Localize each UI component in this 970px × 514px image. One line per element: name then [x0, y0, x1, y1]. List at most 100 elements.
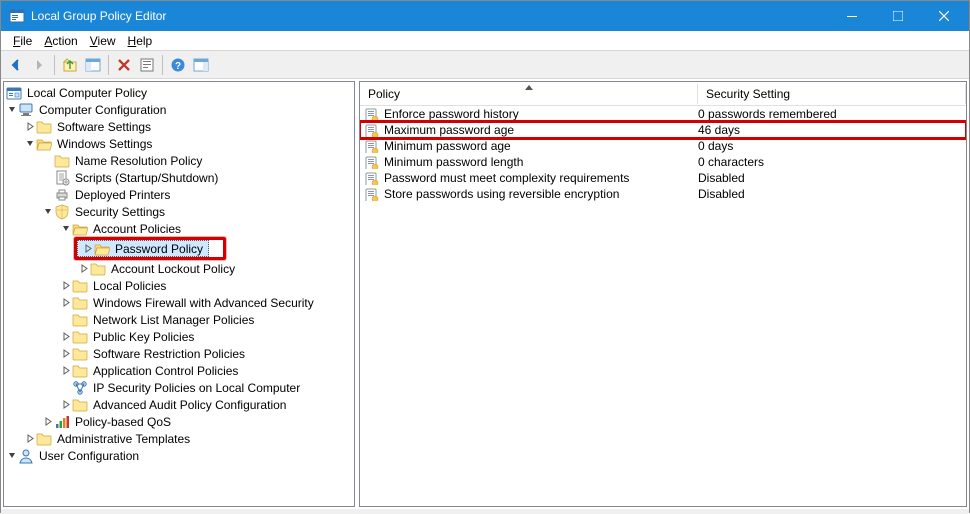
maximize-button[interactable] [875, 1, 921, 31]
toolbar-separator [108, 55, 109, 75]
chevron-down-icon[interactable] [24, 138, 36, 150]
policy-row[interactable]: Enforce password history 0 passwords reme… [360, 106, 966, 122]
window-title: Local Group Policy Editor [31, 9, 829, 23]
folder-icon [72, 329, 88, 345]
policy-item-icon [364, 108, 380, 121]
policy-row[interactable]: Password must meet complexity requiremen… [360, 170, 966, 186]
chevron-down-icon[interactable] [42, 206, 54, 218]
script-icon [54, 170, 70, 186]
policy-item-icon [364, 140, 380, 153]
tree-name-resolution-policy[interactable]: Name Resolution Policy [4, 152, 354, 169]
console-root-icon [6, 85, 22, 101]
tree-advanced-audit-policy[interactable]: Advanced Audit Policy Configuration [4, 396, 354, 413]
tree-user-configuration[interactable]: User Configuration [4, 447, 354, 464]
console-tree[interactable]: Local Computer Policy Computer Configura… [4, 82, 354, 470]
tree-ip-security-policies[interactable]: IP Security Policies on Local Computer [4, 379, 354, 396]
tree-software-settings[interactable]: Software Settings [4, 118, 354, 135]
chevron-right-icon[interactable] [60, 331, 72, 343]
policy-setting: Disabled [698, 187, 745, 201]
chevron-right-icon[interactable] [60, 399, 72, 411]
show-hide-tree-button[interactable] [82, 54, 104, 76]
sort-asc-icon [525, 85, 533, 90]
chevron-right-icon[interactable] [60, 280, 72, 292]
chevron-right-icon[interactable] [82, 243, 94, 255]
chevron-down-icon[interactable] [60, 223, 72, 235]
tree-root[interactable]: Local Computer Policy [4, 84, 354, 101]
tree-network-list-manager-policies[interactable]: Network List Manager Policies [4, 311, 354, 328]
chevron-right-icon[interactable] [24, 433, 36, 445]
tree-account-policies[interactable]: Account Policies [4, 220, 354, 237]
tree-application-control-policies[interactable]: Application Control Policies [4, 362, 354, 379]
tree-scripts[interactable]: Scripts (Startup/Shutdown) [4, 169, 354, 186]
policy-item-icon [364, 188, 380, 201]
folder-icon [90, 261, 106, 277]
policy-item-icon [364, 124, 380, 137]
chevron-right-icon[interactable] [24, 121, 36, 133]
tree-password-policy[interactable]: Password Policy [77, 240, 209, 257]
menu-file[interactable]: File [7, 32, 38, 50]
tree-public-key-policies[interactable]: Public Key Policies [4, 328, 354, 345]
tree-panel[interactable]: Local Computer Policy Computer Configura… [3, 81, 355, 507]
policy-row[interactable]: Maximum password age46 days [360, 122, 966, 138]
tree-security-settings[interactable]: Security Settings [4, 203, 354, 220]
folder-icon [72, 346, 88, 362]
tree-windows-settings[interactable]: Windows Settings [4, 135, 354, 152]
column-policy[interactable]: Policy [360, 84, 698, 104]
forward-button[interactable] [28, 54, 50, 76]
folder-open-icon [36, 136, 52, 152]
menu-help[interactable]: Help [122, 32, 159, 50]
network-icon [72, 312, 88, 328]
policy-row[interactable]: Minimum password length0 characters [360, 154, 966, 170]
folder-icon [72, 397, 88, 413]
tree-software-restriction-policies[interactable]: Software Restriction Policies [4, 345, 354, 362]
properties-button[interactable] [136, 54, 158, 76]
chevron-right-icon[interactable] [42, 416, 54, 428]
policy-setting: 0 passwords remembered [698, 107, 837, 121]
policy-setting: 0 days [698, 139, 733, 153]
tree-administrative-templates[interactable]: Administrative Templates [4, 430, 354, 447]
chevron-right-icon[interactable] [78, 263, 90, 275]
up-button[interactable] [59, 54, 81, 76]
policy-name: Minimum password age [384, 139, 511, 153]
content-area: Local Computer Policy Computer Configura… [1, 79, 969, 509]
title-bar: Local Group Policy Editor [1, 1, 969, 31]
policy-name: Store passwords using reversible encrypt… [384, 187, 619, 201]
policy-name: Enforce password history [384, 107, 519, 121]
tree-computer-configuration[interactable]: Computer Configuration [4, 101, 354, 118]
policy-row[interactable]: Store passwords using reversible encrypt… [360, 186, 966, 202]
tree-local-policies[interactable]: Local Policies [4, 277, 354, 294]
tree-policy-based-qos[interactable]: Policy-based QoS [4, 413, 354, 430]
chevron-right-icon[interactable] [60, 297, 72, 309]
policy-setting: 0 characters [698, 155, 764, 169]
tree-account-lockout-policy[interactable]: Account Lockout Policy [4, 260, 354, 277]
menu-action[interactable]: Action [38, 32, 83, 50]
tree-deployed-printers[interactable]: Deployed Printers [4, 186, 354, 203]
delete-button[interactable] [113, 54, 135, 76]
back-button[interactable] [5, 54, 27, 76]
folder-icon [54, 153, 70, 169]
computer-icon [18, 102, 34, 118]
policy-name: Maximum password age [384, 123, 514, 137]
menu-view[interactable]: View [84, 32, 122, 50]
list-body: Enforce password history 0 passwords reme… [360, 106, 966, 202]
chevron-down-icon[interactable] [6, 104, 18, 116]
tree-windows-firewall[interactable]: Windows Firewall with Advanced Security [4, 294, 354, 311]
details-panel[interactable]: Policy Security Setting Enforce password… [359, 81, 967, 507]
folder-open-icon [94, 241, 110, 257]
folder-icon [36, 119, 52, 135]
show-hide-action-pane-button[interactable] [190, 54, 212, 76]
shield-icon [54, 204, 70, 220]
policy-row[interactable]: Minimum password age 0 days [360, 138, 966, 154]
list-header: Policy Security Setting [360, 82, 966, 106]
column-security-setting[interactable]: Security Setting [698, 84, 966, 104]
chevron-down-icon[interactable] [6, 450, 18, 462]
folder-open-icon [72, 221, 88, 237]
minimize-button[interactable] [829, 1, 875, 31]
chevron-right-icon[interactable] [60, 348, 72, 360]
folder-icon [72, 278, 88, 294]
toolbar-separator [54, 55, 55, 75]
help-button[interactable]: ? [167, 54, 189, 76]
close-button[interactable] [921, 1, 967, 31]
app-icon [9, 8, 25, 24]
chevron-right-icon[interactable] [60, 365, 72, 377]
